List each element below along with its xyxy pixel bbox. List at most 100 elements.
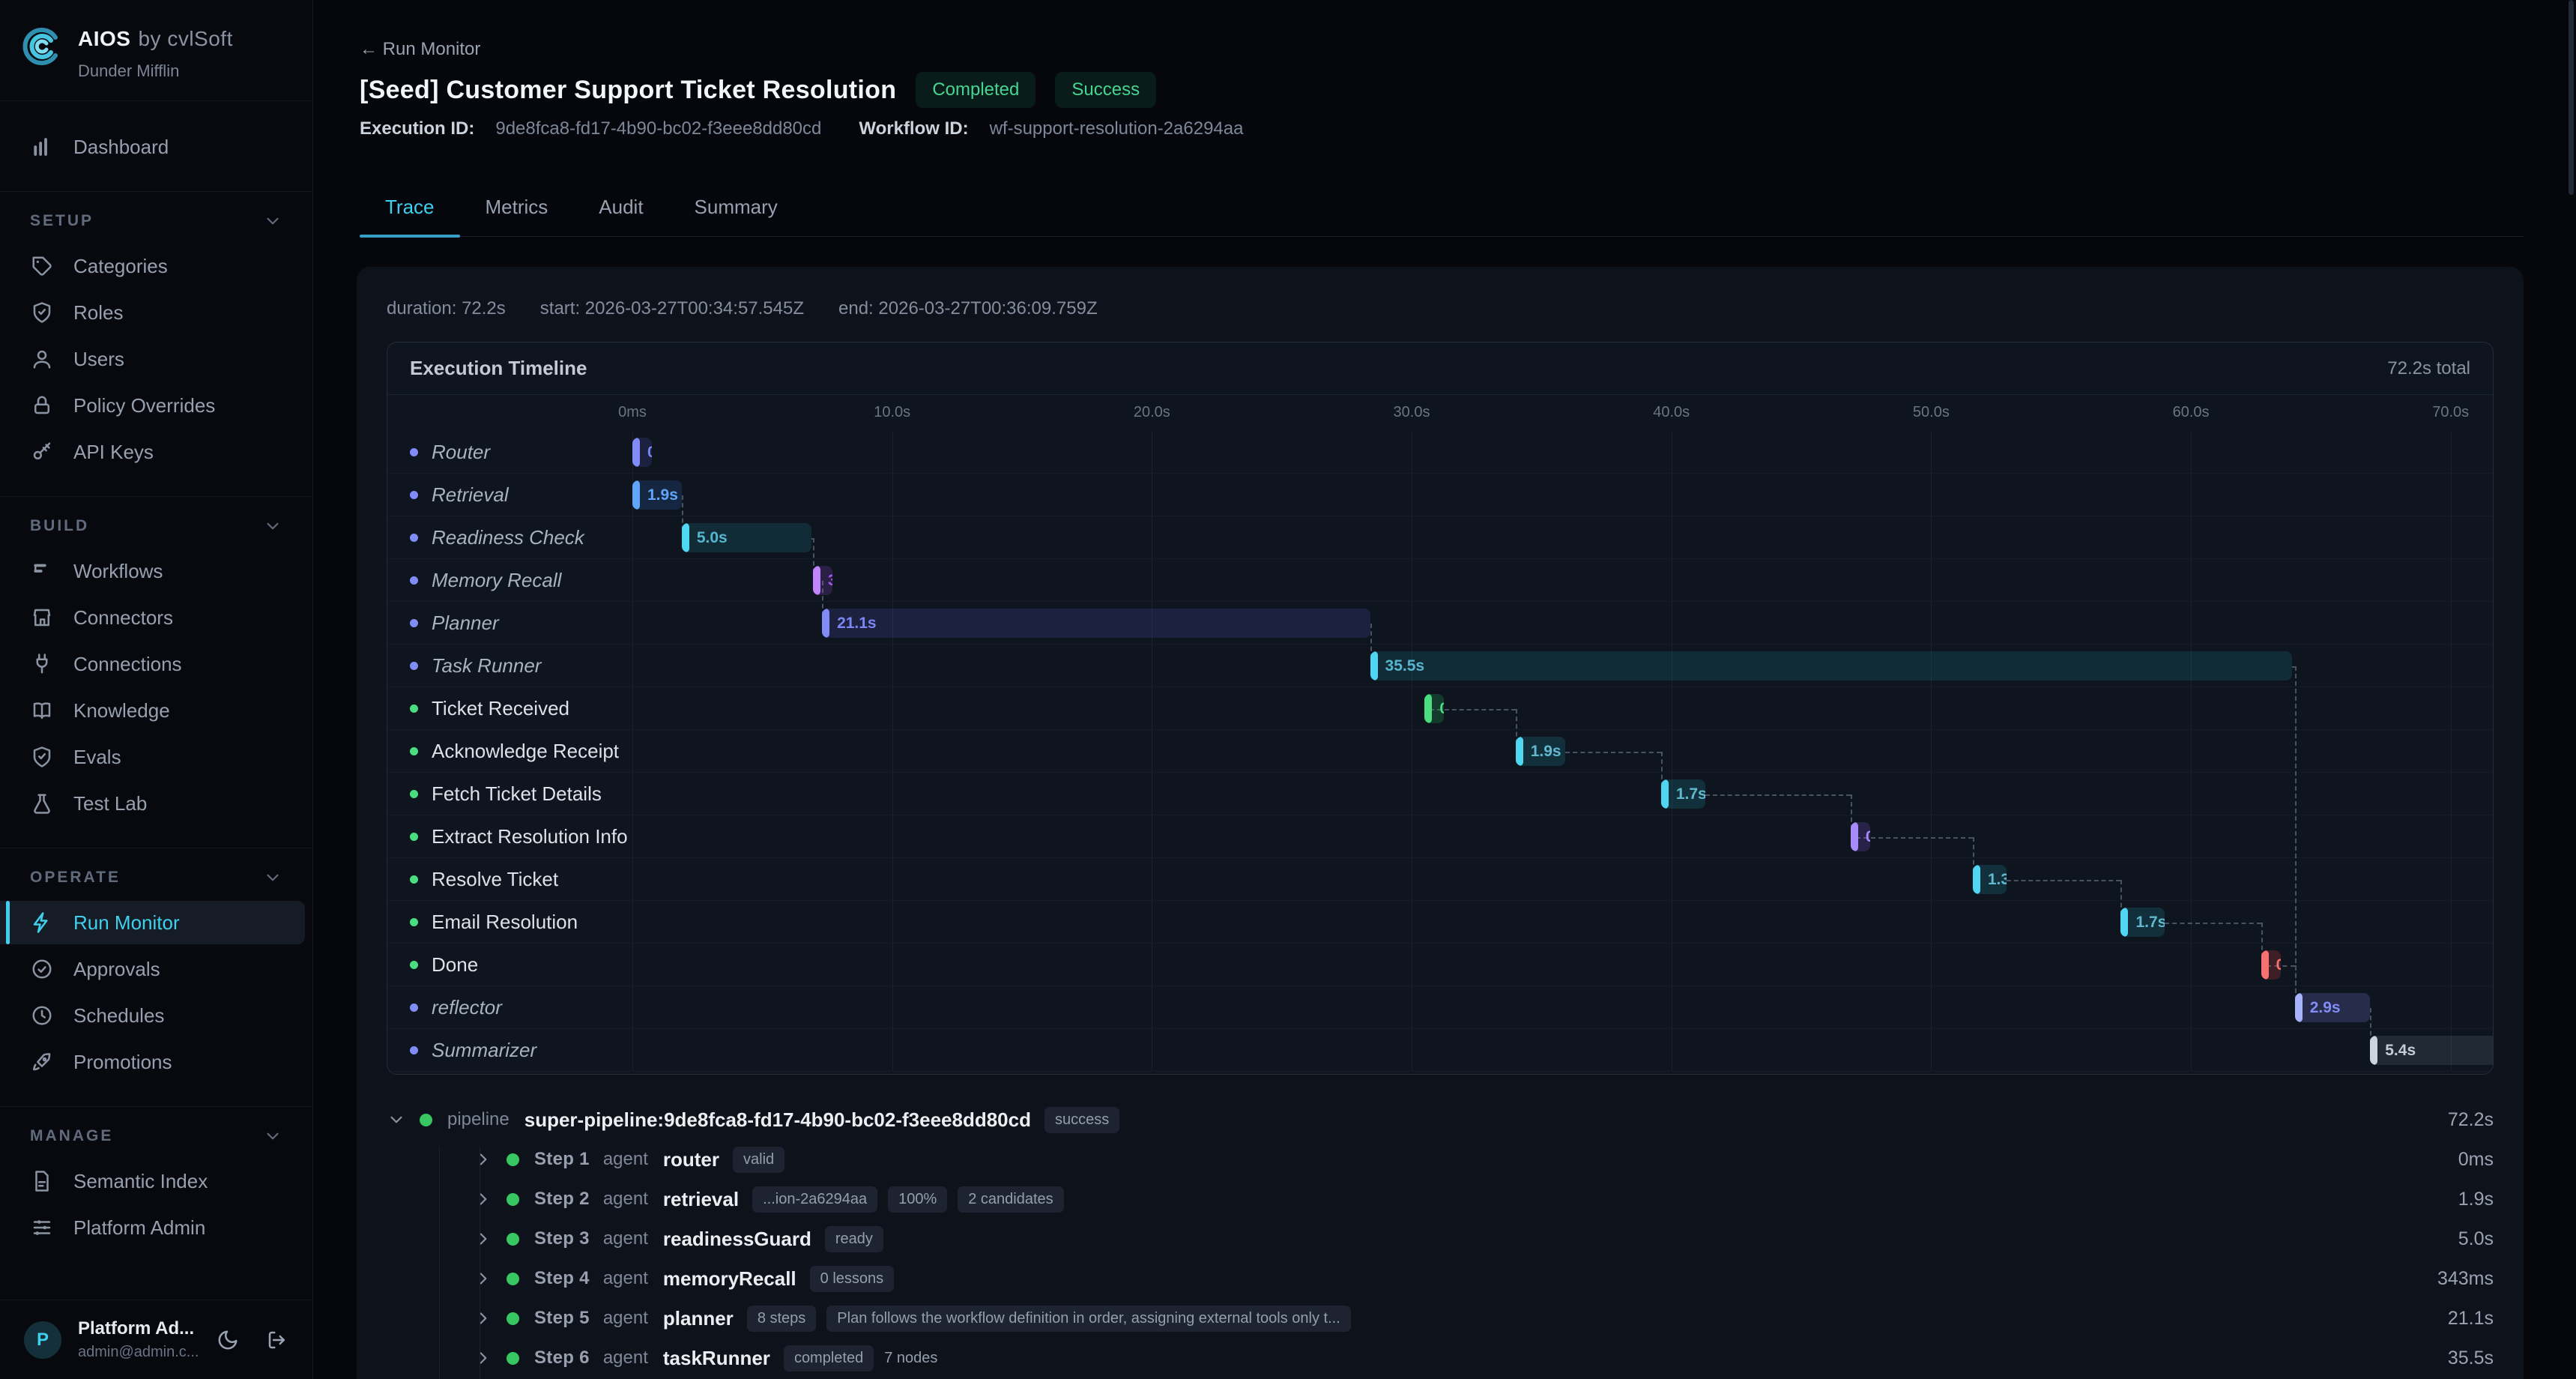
gantt-bar[interactable]: 5.0s [682,523,811,552]
node-name: router [663,1148,719,1171]
bar-cap [1516,737,1523,766]
gantt-bar[interactable]: 0 [1424,694,1444,723]
bar-duration-label: 5.0s [697,529,728,547]
step-badge: 7 nodes [884,1345,937,1372]
gantt-row-summarizer: Summarizer5.4s [387,1029,2493,1072]
sidebar-item-test-lab[interactable]: Test Lab [7,782,305,825]
chevron-right-icon[interactable] [474,1309,493,1328]
section-header-setup[interactable]: SETUP [0,211,312,241]
chevron-down-icon[interactable] [387,1110,406,1129]
chevron-right-icon[interactable] [474,1269,493,1288]
gantt-bar[interactable]: 1.9s [1516,737,1565,766]
bar-cap [813,566,820,595]
step-number: Step 2 [534,1189,590,1210]
tree-row-retrieval[interactable]: Step 2agentretrieval...ion-2a6294aa100%2… [474,1180,2494,1219]
sidebar-item-evals[interactable]: Evals [7,735,305,779]
gantt-row-name: Acknowledge Receipt [432,740,619,763]
gantt-bar[interactable]: 1.7s [2120,908,2165,937]
plug-icon [30,652,54,676]
gantt-bar[interactable]: 3 [813,566,832,595]
chevron-right-icon[interactable] [474,1348,493,1368]
status-dot-icon [507,1352,519,1365]
bar-cap [2370,1036,2377,1065]
sidebar-item-label: API Keys [73,441,154,464]
sidebar-item-api-keys[interactable]: API Keys [7,430,305,474]
logout-icon[interactable] [266,1329,288,1351]
sidebar-item-dashboard[interactable]: Dashboard [7,125,305,169]
timeline-title: Execution Timeline [410,357,587,380]
sidebar-item-label: Connectors [73,606,173,630]
sidebar-item-approvals[interactable]: Approvals [7,947,305,991]
node-type: agent [603,1308,648,1329]
gantt-axis: 0ms10.0s20.0s30.0s40.0s50.0s60.0s70.0s72 [387,395,2493,431]
execution-id-label: Execution ID: [360,118,474,139]
sidebar-item-run-monitor[interactable]: Run Monitor [0,901,305,944]
gantt-bar[interactable]: 0 [1851,822,1870,851]
status-badge-success: Success [1055,72,1156,108]
gantt-bar[interactable]: 1.7s [1661,779,1705,809]
sidebar-item-connectors[interactable]: Connectors [7,596,305,639]
tree-row-memoryrecall[interactable]: Step 4agentmemoryRecall0 lessons343ms [474,1259,2494,1298]
user-card[interactable]: P Platform Ad... admin@admin.c... [0,1300,312,1379]
app-title: AIOSby cvlSoft [78,27,233,51]
bar-cap [632,480,640,510]
node-name: super-pipeline:9de8fca8-fd17-4b90-bc02-f… [524,1108,1031,1132]
tab-trace[interactable]: Trace [360,178,460,236]
back-to-run-monitor-link[interactable]: ← Run Monitor [360,39,480,60]
tab-summary[interactable]: Summary [669,178,803,236]
tree-guide-line [439,1147,440,1379]
sidebar-item-roles[interactable]: Roles [7,291,305,334]
section-header-manage[interactable]: MANAGE [0,1126,312,1156]
gantt-row-done: Done0 [387,944,2493,986]
sidebar-item-workflows[interactable]: Workflows [7,549,305,593]
sidebar-item-label: Knowledge [73,699,170,722]
check-circle-icon [30,957,54,981]
tree-row-readinessguard[interactable]: Step 3agentreadinessGuardready5.0s [474,1219,2494,1258]
dark-mode-moon-icon[interactable] [217,1329,239,1351]
node-name: taskRunner [663,1347,770,1370]
section-header-build[interactable]: BUILD [0,516,312,546]
sidebar-item-schedules[interactable]: Schedules [7,994,305,1037]
sidebar-section-build: BUILDWorkflows Connectors Connections Knowl… [0,496,312,825]
chevron-right-icon[interactable] [474,1189,493,1209]
node-duration: 21.1s [2448,1308,2494,1330]
chevron-right-icon[interactable] [474,1150,493,1169]
sidebar-item-label: Promotions [73,1051,172,1074]
sidebar-item-promotions[interactable]: Promotions [7,1040,305,1084]
tree-row-planner[interactable]: Step 5agentplanner8 stepsPlan follows th… [474,1299,2494,1338]
bar-duration-label: 1.7s [2135,914,2165,932]
execution-id-value: 9de8fca8-fd17-4b90-bc02-f3eee8dd80cd [495,118,821,139]
sidebar-item-categories[interactable]: Categories [7,244,305,288]
sidebar-item-users[interactable]: Users [7,337,305,381]
gantt-bar[interactable]: 35.5s [1370,651,2293,681]
gantt-bar[interactable]: 1.3s [1973,865,2007,894]
sliders-icon [30,1216,54,1240]
sidebar-item-knowledge[interactable]: Knowledge [7,689,305,732]
gantt-bar[interactable]: 5.4s [2370,1036,2494,1065]
gantt-bar[interactable]: 1.9s [632,480,682,510]
gantt-row-name: Readiness Check [432,526,584,549]
gantt-bar[interactable]: 0 [632,438,652,467]
page-scrollbar[interactable] [2569,0,2574,195]
sidebar-item-policy-overrides[interactable]: Policy Overrides [7,384,305,427]
tab-metrics[interactable]: Metrics [460,178,574,236]
sidebar-item-label: Run Monitor [73,911,180,935]
sidebar-item-connections[interactable]: Connections [7,642,305,686]
bar-duration-label: 21.1s [837,615,877,633]
sidebar-item-platform-admin[interactable]: Platform Admin [7,1206,305,1249]
tree-row-taskrunner[interactable]: Step 6agenttaskRunnercompleted7 nodes35.… [474,1339,2494,1378]
agent-dot-icon [410,662,418,670]
sidebar-item-label: Policy Overrides [73,394,215,417]
tab-audit[interactable]: Audit [573,178,668,236]
gantt-bar[interactable]: 2.9s [2295,993,2371,1022]
axis-tick-label: 30.0s [1394,404,1430,421]
section-header-operate[interactable]: OPERATE [0,868,312,898]
tree-row-pipeline[interactable]: pipelinesuper-pipeline:9de8fca8-fd17-4b9… [387,1100,2494,1139]
gantt-bar[interactable]: 0 [2261,950,2281,980]
dependency-connector [1705,794,1851,796]
tree-row-router[interactable]: Step 1agentroutervalid0ms [474,1140,2494,1179]
sidebar-item-semantic-index[interactable]: Semantic Index [7,1159,305,1203]
bar-duration-label: 5.4s [2385,1042,2416,1060]
chevron-right-icon[interactable] [474,1229,493,1249]
gantt-bar[interactable]: 21.1s [822,609,1370,638]
